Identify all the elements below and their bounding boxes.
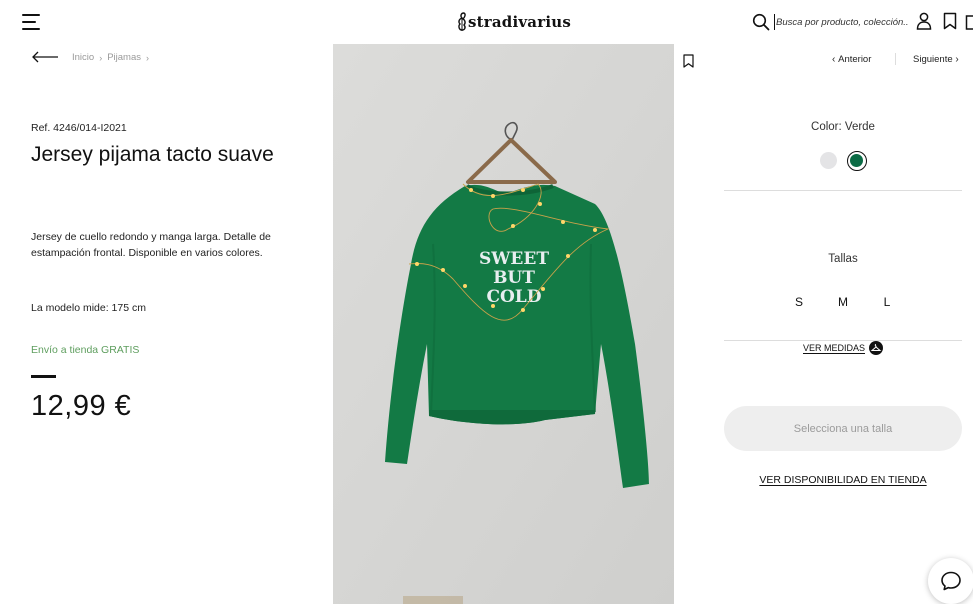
price-divider	[31, 375, 56, 378]
product-photo-illustration: SWEET BUT COLD	[333, 44, 674, 604]
color-swatches	[724, 151, 962, 171]
chat-button[interactable]	[928, 558, 973, 604]
menu-icon[interactable]	[22, 13, 42, 31]
select-size-button[interactable]: Selecciona una talla	[724, 406, 962, 451]
product-reference: Ref. 4246/014-I2021	[31, 122, 127, 134]
size-s[interactable]: S	[778, 295, 820, 309]
chat-icon	[941, 571, 961, 591]
shipping-info: Envío a tienda GRATIS	[31, 344, 140, 356]
logo-text: stradivarius	[468, 13, 571, 31]
previous-product-link[interactable]: ‹ Anterior	[832, 54, 871, 65]
size-l[interactable]: L	[866, 295, 908, 309]
swatch-verde-selected[interactable]	[846, 151, 867, 171]
hanger-icon	[869, 341, 884, 355]
color-label: Color: Verde	[811, 121, 875, 133]
previous-label: Anterior	[838, 54, 872, 65]
swatch-gris[interactable]	[819, 152, 837, 169]
chevron-right-icon: ›	[952, 54, 959, 65]
back-arrow-icon[interactable]	[31, 50, 59, 64]
size-guide-label: VER MEDIDAS	[803, 343, 866, 353]
user-icon[interactable]	[916, 12, 932, 30]
breadcrumb-item-inicio[interactable]: Inicio	[72, 52, 94, 63]
print-line-2: BUT	[493, 268, 535, 288]
breadcrumb-chevron-icon: ›	[99, 52, 103, 63]
size-guide-link[interactable]: VER MEDIDAS	[803, 341, 884, 355]
top-header: stradivarius	[0, 0, 973, 44]
print-line-1: SWEET	[479, 249, 549, 269]
search-caret	[774, 14, 775, 30]
breadcrumb: Inicio › Pijamas ›	[72, 52, 154, 63]
divider	[724, 190, 962, 191]
product-description: Jersey de cuello redondo y manga larga. …	[31, 231, 271, 259]
size-m[interactable]: M	[822, 295, 864, 309]
sizes-label: Tallas	[828, 253, 858, 265]
bag-icon[interactable]	[965, 12, 973, 30]
search-input[interactable]	[776, 16, 908, 28]
breadcrumb-chevron-icon: ›	[145, 52, 149, 63]
brand-logo[interactable]: stradivarius	[456, 9, 571, 35]
search-bar[interactable]	[752, 11, 908, 33]
wishlist-icon[interactable]	[943, 12, 957, 30]
store-availability-link[interactable]: VER DISPONIBILIDAD EN TIENDA	[724, 474, 962, 486]
size-options: S M L	[778, 295, 908, 309]
product-price: 12,99 €	[31, 390, 132, 422]
logo-violin-icon	[458, 12, 466, 31]
bookmark-icon[interactable]	[683, 54, 694, 68]
search-icon[interactable]	[752, 13, 770, 31]
next-label: Siguiente	[913, 54, 953, 65]
next-product-link[interactable]: Siguiente ›	[913, 54, 959, 65]
model-height: La modelo mide: 175 cm	[31, 302, 146, 314]
nav-divider	[895, 53, 896, 65]
breadcrumb-item-pijamas[interactable]: Pijamas	[107, 52, 141, 63]
product-title: Jersey pijama tacto suave	[31, 143, 274, 166]
product-image[interactable]: SWEET BUT COLD	[333, 44, 674, 604]
